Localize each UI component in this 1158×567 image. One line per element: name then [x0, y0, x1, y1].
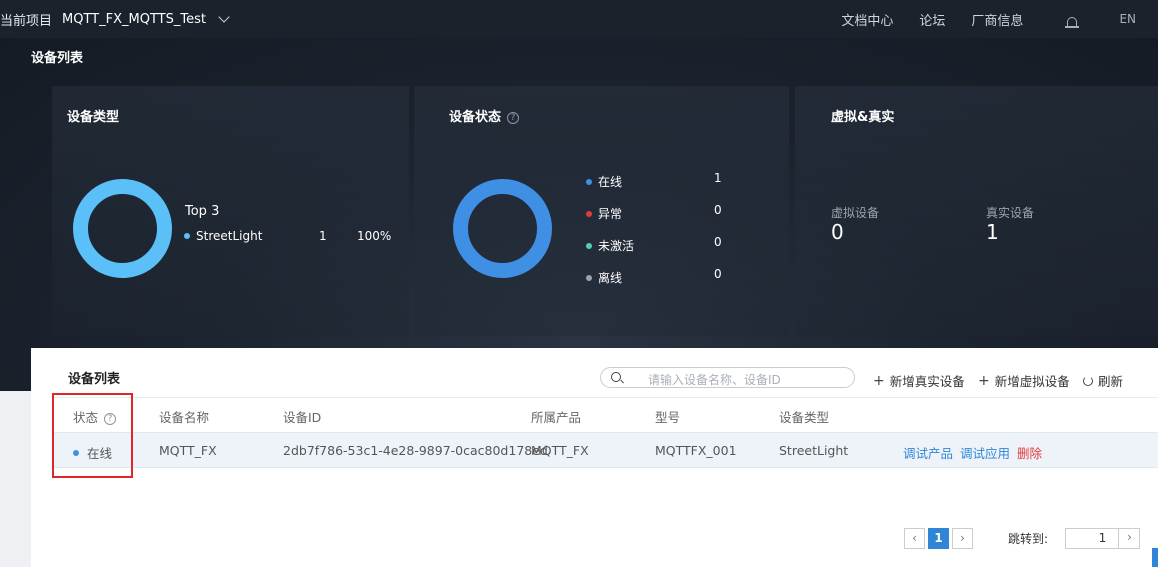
legend-name: 未激活: [598, 239, 635, 253]
status-count-online: 1: [714, 171, 722, 185]
help-icon[interactable]: ?: [507, 112, 520, 124]
page-title: 设备列表: [31, 51, 84, 66]
project-label: 当前项目: [0, 13, 53, 29]
device-status-title: 设备状态?: [449, 106, 520, 125]
chevron-down-icon[interactable]: [218, 11, 230, 23]
device-list-card: 设备列表 请输入设备名称、设备ID + 新增真实设备 + 新增虚拟设备 刷新 状…: [31, 348, 1158, 567]
column-product: 所属产品: [531, 410, 582, 425]
status-legend-inactive: 未激活: [586, 237, 634, 254]
table-header: 状态? 设备名称 设备ID 所属产品 型号 设备类型: [54, 397, 1158, 432]
language-switch[interactable]: EN: [1119, 12, 1136, 26]
cell-type: StreetLight: [779, 443, 849, 458]
add-real-device-button[interactable]: + 新增真实设备: [873, 371, 965, 390]
status-legend-abnormal: 异常: [586, 205, 622, 222]
real-device-label: 真实设备: [986, 206, 1035, 220]
device-type-title: 设备类型: [67, 110, 120, 125]
jump-go-button[interactable]: ›: [1118, 528, 1140, 549]
table-row[interactable]: 在线 MQTT_FX 2db7f786-53c1-4e28-9897-0cac8…: [54, 432, 1158, 468]
dashboard-hero: 设备列表 设备类型 Top 3 StreetLight 1 100% 设备状态?…: [0, 38, 1158, 391]
add-virtual-device-label: 新增虚拟设备: [994, 374, 1070, 389]
device-type-donut: [73, 179, 172, 278]
cell-id: 2db7f786-53c1-4e28-9897-0cac80d178ed: [283, 443, 548, 458]
cell-name: MQTT_FX: [159, 443, 217, 458]
legend-name: StreetLight: [196, 229, 263, 243]
debug-product-link[interactable]: 调试产品: [903, 443, 953, 462]
search-input[interactable]: 请输入设备名称、设备ID: [600, 367, 855, 388]
search-placeholder: 请输入设备名称、设备ID: [648, 373, 781, 387]
status-legend-online: 在线: [586, 173, 622, 190]
device-status-panel: 设备状态? 在线 1 异常 0 未激活 0 离线 0: [414, 86, 789, 336]
jump-label: 跳转到:: [1008, 532, 1049, 546]
top-label: Top 3: [185, 204, 220, 219]
virtual-device-label: 虚拟设备: [831, 206, 880, 220]
top-bar: 当前项目 MQTT_FX_MQTTS_Test 文档中心 论坛 厂商信息 EN: [0, 0, 1158, 38]
device-status-title-text: 设备状态: [449, 110, 502, 125]
legend-dot: [184, 233, 190, 239]
scrollbar-thumb[interactable]: [1152, 548, 1158, 567]
legend-dot: [586, 210, 592, 217]
legend-dot: [586, 242, 592, 249]
device-type-panel: 设备类型 Top 3 StreetLight 1 100%: [52, 86, 409, 336]
bell-icon[interactable]: [1065, 16, 1080, 28]
legend-percent: 100%: [357, 229, 392, 243]
status-legend-offline: 离线: [586, 269, 622, 286]
virtual-real-panel: 虚拟&真实 虚拟设备 0 真实设备 1: [795, 86, 1158, 336]
legend-name: 异常: [598, 207, 623, 221]
legend-dot: [586, 274, 592, 281]
next-page-button[interactable]: ›: [952, 528, 973, 549]
search-icon: [611, 372, 621, 382]
jump-page-value: 1: [1098, 531, 1107, 545]
debug-app-link[interactable]: 调试应用: [960, 443, 1010, 462]
column-model: 型号: [655, 410, 681, 425]
refresh-button[interactable]: 刷新: [1083, 371, 1123, 390]
legend-dot: [586, 178, 592, 185]
add-virtual-device-button[interactable]: + 新增虚拟设备: [978, 371, 1070, 390]
nav-forum[interactable]: 论坛: [919, 10, 945, 29]
plus-icon: +: [978, 372, 990, 389]
page-current[interactable]: 1: [928, 528, 949, 549]
cell-model: MQTTFX_001: [655, 443, 737, 458]
device-type-legend-item: StreetLight: [184, 229, 262, 243]
column-name: 设备名称: [159, 410, 210, 425]
status-count-abnormal: 0: [714, 203, 722, 217]
column-id: 设备ID: [283, 410, 322, 425]
legend-count: 1: [319, 229, 327, 243]
real-device-count: 1: [986, 220, 999, 244]
project-name[interactable]: MQTT_FX_MQTTS_Test: [62, 12, 206, 27]
legend-name: 在线: [598, 175, 623, 189]
virtual-device-count: 0: [831, 220, 844, 244]
add-real-device-label: 新增真实设备: [889, 374, 965, 389]
highlight-box: [52, 393, 133, 478]
delete-link[interactable]: 删除: [1017, 443, 1042, 462]
nav-vendor[interactable]: 厂商信息: [971, 10, 1023, 29]
column-type: 设备类型: [779, 410, 830, 425]
refresh-icon: [1083, 375, 1093, 386]
virtual-real-title: 虚拟&真实: [831, 110, 895, 125]
device-status-donut: [453, 179, 552, 278]
prev-page-button[interactable]: ‹: [904, 528, 925, 549]
cell-product: MQTT_FX: [531, 443, 589, 458]
legend-name: 离线: [598, 271, 623, 285]
top-nav: 文档中心 论坛 厂商信息 EN: [841, 0, 1158, 38]
plus-icon: +: [873, 372, 885, 389]
status-count-offline: 0: [714, 267, 722, 281]
refresh-label: 刷新: [1098, 374, 1124, 389]
nav-docs[interactable]: 文档中心: [841, 10, 893, 29]
status-count-inactive: 0: [714, 235, 722, 249]
device-list-title: 设备列表: [68, 372, 121, 387]
